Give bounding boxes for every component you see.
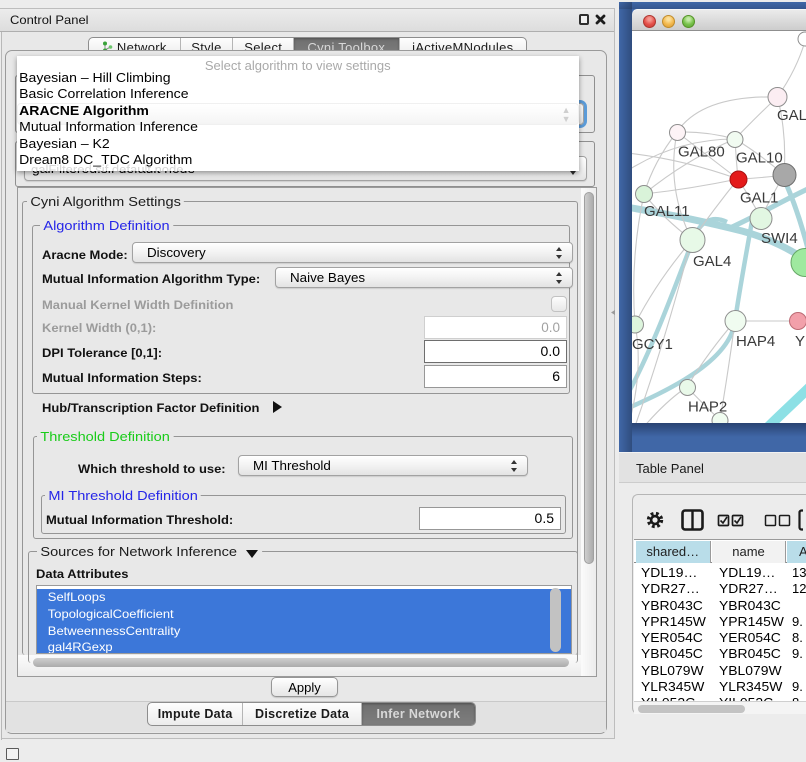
svg-text:GAL1: GAL1 xyxy=(740,190,778,207)
svg-text:HAP2: HAP2 xyxy=(688,399,727,416)
svg-text:SWI4: SWI4 xyxy=(761,230,798,247)
svg-text:GAL10: GAL10 xyxy=(736,150,783,167)
svg-text:GAL80: GAL80 xyxy=(678,144,725,161)
svg-text:HAP4: HAP4 xyxy=(736,333,775,350)
svg-text:GCY1: GCY1 xyxy=(632,336,673,353)
svg-text:GAL11: GAL11 xyxy=(644,203,690,220)
svg-text:Y: Y xyxy=(795,333,805,350)
svg-text:GAL7: GAL7 xyxy=(777,107,806,124)
svg-text:GAL4: GAL4 xyxy=(693,253,731,270)
